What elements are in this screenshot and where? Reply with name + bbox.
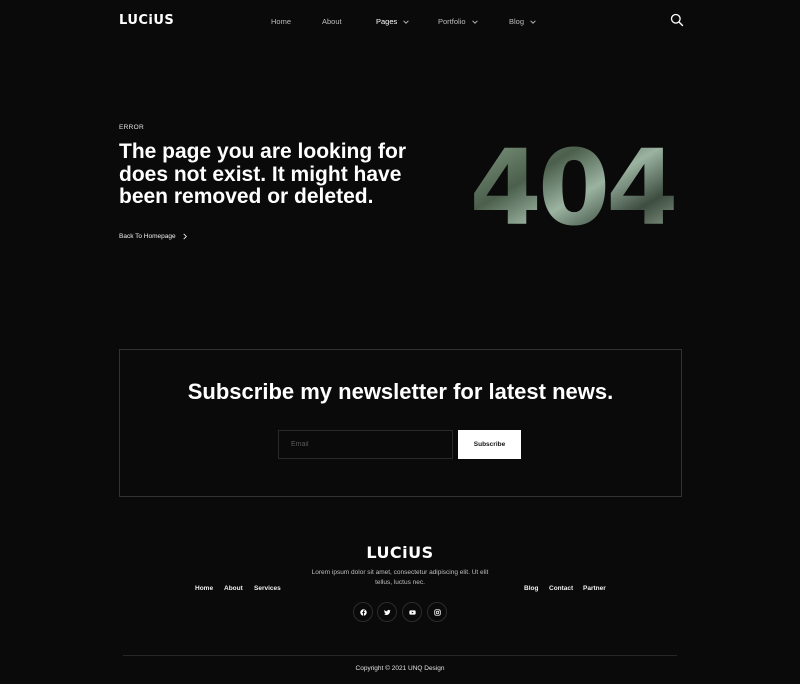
page-title: The page you are looking for does not ex… <box>119 140 407 208</box>
nav-label: Portfolio <box>438 17 466 26</box>
footer-description: Lorem ipsum dolor sit amet, consectetur … <box>311 569 489 586</box>
email-field[interactable] <box>278 430 453 459</box>
error-code-text: 404 <box>469 128 674 238</box>
youtube-button[interactable] <box>402 602 422 622</box>
nav-item-home[interactable]: Home <box>271 17 291 26</box>
copyright-text: Copyright © 2021 UNQ Design <box>355 665 445 672</box>
facebook-button[interactable] <box>353 602 373 622</box>
youtube-icon <box>408 609 416 615</box>
chevron-down-icon <box>471 19 478 24</box>
footer-divider <box>123 655 677 656</box>
instagram-icon <box>433 608 441 616</box>
chevron-down-icon <box>530 19 536 24</box>
footer-logo[interactable]: LUCiUS <box>0 543 800 562</box>
footer-link-partner[interactable]: Partner <box>583 585 606 592</box>
nav-label: Home <box>271 17 292 26</box>
back-link-label: Back To Homepage <box>119 233 176 240</box>
chevron-down-icon <box>403 19 410 24</box>
subscribe-button[interactable]: Subscribe <box>458 430 521 459</box>
newsletter-title: Subscribe my newsletter for latest news. <box>187 379 614 404</box>
twitter-button[interactable] <box>377 602 397 622</box>
back-to-homepage-link[interactable]: Back To Homepage <box>119 233 188 240</box>
search-icon[interactable] <box>670 13 684 27</box>
nav-item-blog[interactable]: Blog <box>509 17 537 26</box>
chevron-right-icon <box>182 233 187 240</box>
instagram-button[interactable] <box>427 602 447 622</box>
footer-link-services[interactable]: Services <box>254 585 281 592</box>
newsletter-section: Subscribe my newsletter for latest news.… <box>119 349 682 497</box>
nav-item-about[interactable]: About <box>322 17 342 26</box>
footer-link-blog[interactable]: Blog <box>524 585 538 592</box>
footer-link-contact[interactable]: Contact <box>549 585 573 592</box>
nav-label: Pages <box>376 17 398 26</box>
facebook-icon <box>359 608 367 616</box>
site-header: LUCiUS Home About Pages Portfolio Blog <box>0 0 800 44</box>
nav-item-portfolio[interactable]: Portfolio <box>438 17 479 26</box>
nav-item-pages[interactable]: Pages <box>376 17 410 26</box>
nav-label: About <box>322 17 342 26</box>
error-code-404: 404 <box>469 128 678 238</box>
nav-label: Blog <box>509 17 525 26</box>
twitter-icon <box>383 609 391 615</box>
error-label: ERROR <box>119 124 144 131</box>
footer-link-home[interactable]: Home <box>195 585 213 592</box>
footer-link-about[interactable]: About <box>224 585 243 592</box>
